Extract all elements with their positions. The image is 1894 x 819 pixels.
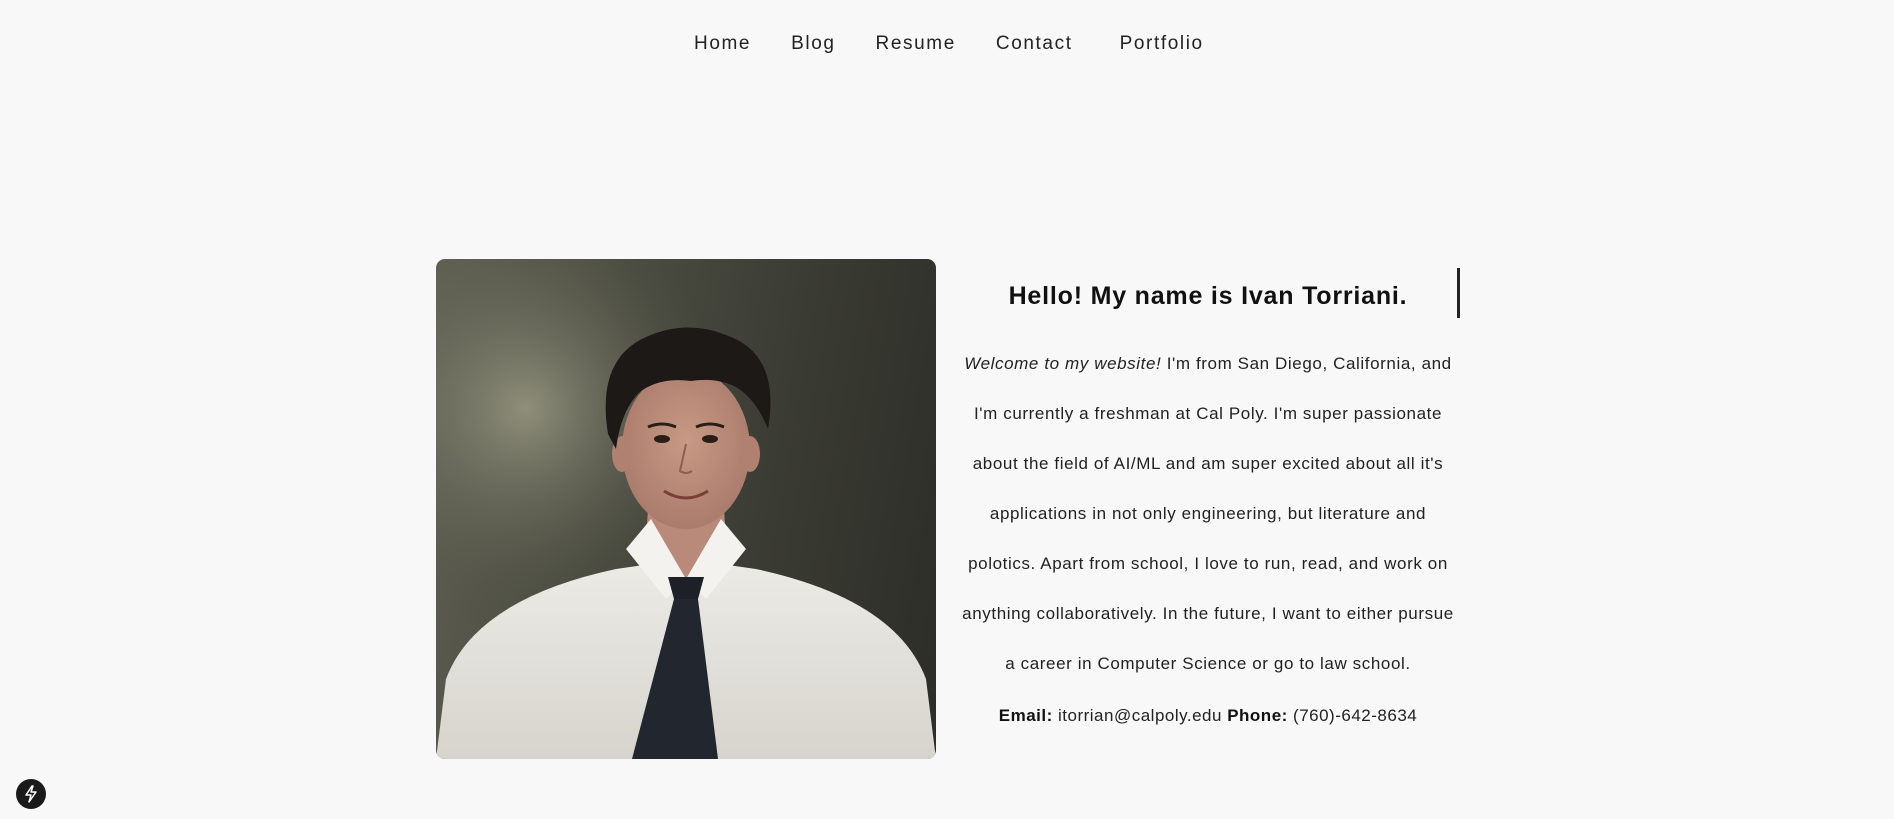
contact-info: Email: itorrian@calpoly.edu Phone: (760)…: [956, 706, 1460, 726]
profile-photo-illustration: [436, 259, 936, 759]
nav-link-portfolio[interactable]: Portfolio: [1120, 33, 1204, 55]
bio-intro-italic: Welcome to my website!: [964, 354, 1162, 373]
nav-links: Home Blog Resume Contact Portfolio: [694, 33, 1204, 55]
top-navigation: Home Blog Resume Contact Portfolio: [0, 0, 1894, 90]
nav-link-contact[interactable]: Contact: [996, 33, 1073, 55]
nav-link-home[interactable]: Home: [694, 33, 751, 55]
nav-link-blog[interactable]: Blog: [791, 33, 835, 55]
lightning-bolt-badge[interactable]: [16, 779, 46, 809]
email-label: Email:: [998, 706, 1053, 725]
page-title: Hello! My name is Ivan Torriani.: [1008, 282, 1408, 310]
phone-label: Phone:: [1227, 706, 1288, 725]
bio-intro-text: I'm from San Diego, California, and I'm …: [962, 354, 1454, 673]
profile-photo: [436, 259, 936, 759]
email-value: itorrian@calpoly.edu: [1052, 706, 1228, 725]
lightning-bolt-icon: [25, 785, 37, 803]
nav-link-resume[interactable]: Resume: [876, 33, 956, 55]
phone-value: (760)-642-8634: [1287, 706, 1418, 725]
bio-paragraph: Welcome to my website! I'm from San Dieg…: [956, 339, 1460, 689]
bio-section: Hello! My name is Ivan Torriani. Welcome…: [956, 262, 1460, 726]
